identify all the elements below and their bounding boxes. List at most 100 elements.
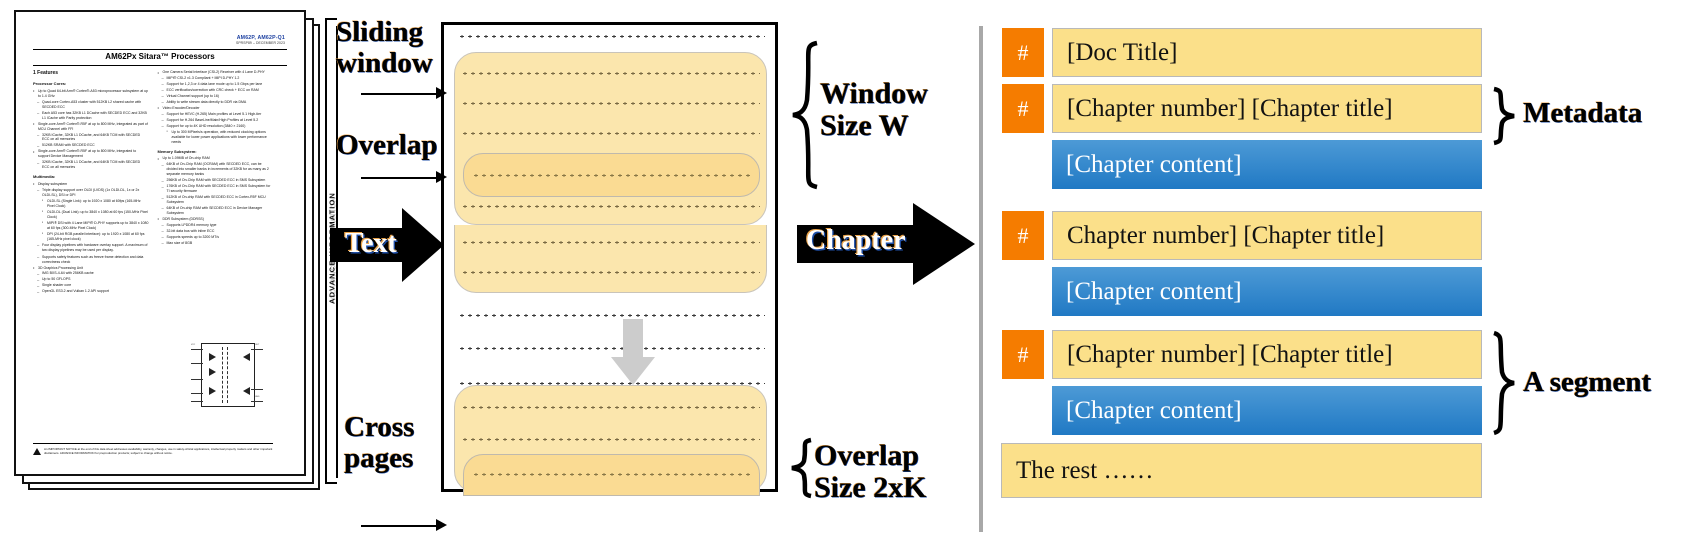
text-line-dots	[461, 102, 760, 105]
list-item: ECC verification/correction with CRC che…	[162, 87, 274, 93]
list-item: Max size of 8GB	[162, 240, 274, 246]
list-item: Supports safety features such as freeze …	[37, 254, 149, 265]
list-item: Quad-core Cortex-A53 cluster with 512KB …	[37, 99, 149, 110]
source-document-stack: AM62P, AM62P-Q1 SPRSP89 – DECEMBER 2023 …	[14, 10, 337, 490]
list-item: 64KB of On-chip RAM with SECDED ECC in D…	[162, 205, 274, 216]
chunk-row-text: The rest ……	[1016, 456, 1154, 484]
metadata-label: Metadata	[1523, 97, 1643, 129]
a-segment-label: A segment	[1523, 366, 1652, 398]
text-line-dots	[472, 174, 751, 177]
list-item: Triple display support over OLDI (LVDS) …	[37, 187, 149, 198]
multimedia-heading: Multimedia:	[33, 174, 56, 180]
list-item: Ability to write stream data directly to…	[162, 99, 274, 105]
text-line-dots	[472, 473, 751, 476]
window-size-brace	[792, 40, 818, 190]
warning-triangle-icon	[33, 447, 41, 455]
block-diagram-figure: VCC OUT GND	[191, 341, 263, 409]
list-item: OpenGL ES3.2 and Vulkan 1.2 API support	[37, 289, 149, 295]
footer-notice: An IMPORTANT NOTICE at the end of this d…	[33, 442, 273, 455]
list-item: IMG BXS-4-64 with 256KB cache	[37, 271, 149, 277]
list-item: 3D Graphics Processing Unit	[33, 265, 149, 271]
list-item: Up to 300 MPixels/s operation, with redu…	[167, 129, 274, 145]
chunk-row-chapter-heading-2[interactable]: Chapter number] [Chapter title]	[1052, 211, 1482, 260]
chunk-row-chapter-content-2[interactable]: [Chapter content]	[1052, 267, 1482, 316]
text-line-dots	[461, 406, 760, 409]
chunk-row-chapter-content-3[interactable]: [Chapter content]	[1052, 386, 1482, 435]
window-size-label: Window Size W	[820, 77, 928, 143]
list-item: Support for 1,2,3 or 4 data lane mode up…	[162, 81, 274, 87]
cross-pages-label: Cross pages	[344, 411, 415, 475]
list-item: Support for H.264 BaseLine/Main/High Pro…	[162, 117, 274, 123]
heading-marker-chip: #	[1002, 211, 1044, 260]
list-item: 256KB of On-Chip RAM with SECDED ECC in …	[162, 178, 274, 184]
chunk-row-chapter-heading-1[interactable]: [Chapter number] [Chapter title]	[1052, 84, 1482, 133]
overlap-size-label: Overlap Size 2xK	[814, 439, 927, 505]
list-item: Support for HEVC (H.265) Main profiles a…	[162, 111, 274, 117]
memory-subsystem-heading: Memory Subsystem:	[157, 148, 197, 154]
list-item: Four display pipelines with hardware ove…	[37, 242, 149, 253]
chunk-row-doc-title[interactable]: [Doc Title]	[1052, 28, 1482, 77]
list-item: DDR Subsystem (DDRSS)	[158, 216, 274, 222]
heading-marker-chip: #	[1002, 28, 1044, 77]
text-line-dots	[458, 35, 765, 38]
list-item: Single shader core	[37, 283, 149, 289]
chunk-row-chapter-content-1[interactable]: [Chapter content]	[1052, 140, 1482, 189]
sliding-window-1-continuation	[454, 225, 767, 293]
overlap-region-2	[463, 454, 760, 496]
hash-icon: #	[1017, 39, 1029, 65]
heading-marker-chip: #	[1002, 330, 1044, 379]
text-line-dots	[458, 314, 765, 317]
sliding-window-panel	[441, 22, 778, 496]
chunk-row-rest[interactable]: The rest ……	[1001, 443, 1482, 498]
overlap-label: Overlap	[336, 129, 438, 161]
datasheet-title: AM62Px Sitara™ Processors	[105, 52, 215, 61]
title-divider	[33, 65, 287, 66]
list-item: DPI (24-bit RGB parallel interface): up …	[42, 231, 149, 242]
text-line-dots	[461, 205, 760, 208]
list-item: 512KB of On-chip RAM with SECDED ECC in …	[162, 195, 274, 205]
list-item: Up to 1.09MB of On-chip RAM	[158, 156, 274, 162]
sliding-window-leader-arrowhead	[436, 87, 447, 99]
list-item: Virtual Channel support (up to 16)	[162, 93, 274, 99]
list-item: 32-bit data bus with inline ECC	[162, 228, 274, 234]
list-item: 512KB SRAM with SECDED ECC	[37, 143, 149, 149]
overlap-leader-line	[361, 177, 441, 179]
text-line-dots	[461, 271, 760, 274]
a-segment-brace	[1493, 330, 1515, 436]
list-item: Video Encoder/Decoder	[158, 105, 274, 111]
chunk-row-text: [Doc Title]	[1067, 38, 1178, 66]
list-item: 176KB of On-Chip RAM with SECDED ECC in …	[162, 184, 274, 194]
list-item: Up to Quad 64-bit Arm® Cortex®-A53 micro…	[33, 88, 149, 99]
list-item: Up to 50 GFLOPS	[37, 277, 149, 283]
list-item: One Camera Serial Interface (CSI-2) Rece…	[158, 70, 274, 76]
chunk-row-text: [Chapter number] [Chapter title]	[1067, 94, 1393, 122]
document-page-front: AM62P, AM62P-Q1 SPRSP89 – DECEMBER 2023 …	[14, 10, 337, 476]
chunk-row-text: [Chapter number] [Chapter title]	[1067, 340, 1393, 368]
chapter-flow-arrow-label: Chapter	[806, 225, 906, 256]
text-line-dots	[461, 132, 760, 135]
chunk-row-text: [Chapter content]	[1066, 396, 1242, 424]
overlap-leader-arrowhead	[436, 171, 447, 183]
list-item: Supports speeds up to 3200 MT/s	[162, 234, 274, 240]
chunk-row-chapter-heading-3[interactable]: [Chapter number] [Chapter title]	[1052, 330, 1482, 379]
list-item: MIPI® DSI with 4 Lane MIPI® D-PHY suppor…	[42, 220, 149, 231]
heading-marker-chip: #	[1002, 84, 1044, 133]
list-item: Supports LPDDR4 memory type	[162, 222, 274, 228]
footer-notice-text: An IMPORTANT NOTICE at the end of this d…	[44, 446, 273, 455]
list-item: 64KB of On-Chip RAM (OCRAM) with SECDED …	[162, 162, 274, 177]
text-line-dots	[461, 438, 760, 441]
list-item: 32KB ICache, 32KB L1 DCache, and 64KB TC…	[37, 160, 149, 170]
doc-code-label: SPRSP89 – DECEMBER 2023	[235, 41, 285, 45]
flow-down-arrow-icon	[611, 319, 655, 385]
list-item: OLDI-DL (Dual Link): up to 3840 x 1080 a…	[42, 209, 149, 220]
features-heading: 1 Features	[33, 70, 59, 76]
list-item: Display subsystem	[33, 181, 149, 187]
list-item: Support for up to 4K UHD resolution (384…	[162, 123, 274, 129]
text-flow-arrow-label: Text	[345, 228, 397, 259]
list-item: Each A53 core has 32KB L1 DCache with SE…	[37, 110, 149, 121]
list-item: Single-core Arm® Cortex®-R5F at up to 80…	[33, 121, 149, 132]
text-line-dots	[461, 72, 760, 75]
header-divider	[33, 49, 287, 50]
chunk-row-text: Chapter number] [Chapter title]	[1067, 221, 1385, 249]
chunk-row-text: [Chapter content]	[1066, 150, 1242, 178]
